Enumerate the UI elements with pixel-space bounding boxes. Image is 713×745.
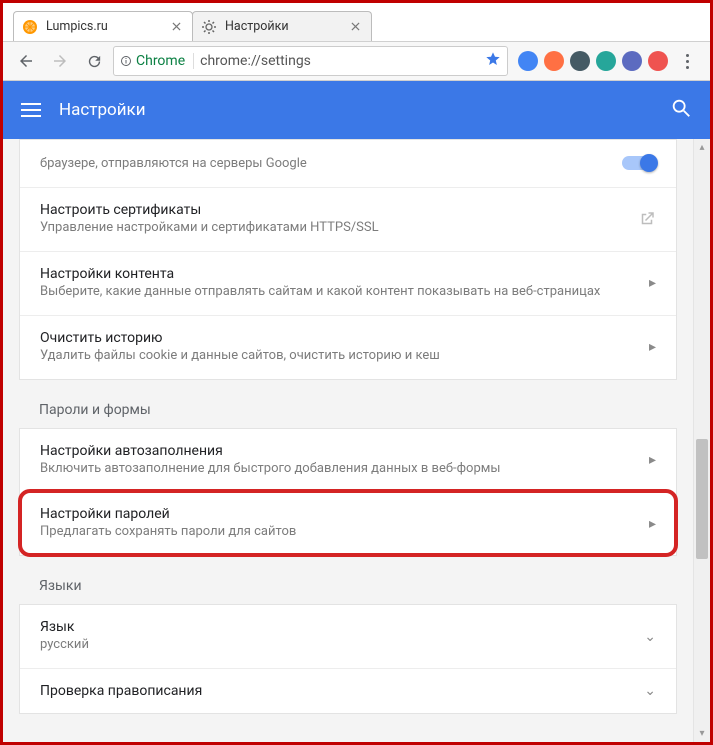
row-sub: Включить автозаполнение для быстрого доб…: [40, 461, 637, 478]
kebab-menu-button[interactable]: [672, 46, 702, 76]
section-label-passwords: Пароли и формы: [3, 380, 693, 428]
back-button[interactable]: [11, 46, 41, 76]
row-google-services[interactable]: браузере, отправляются на серверы Google: [20, 140, 676, 187]
row-title: Очистить историю: [40, 330, 637, 346]
row-title: Настройки автозаполнения: [40, 443, 637, 459]
row-sub: Удалить файлы cookie и данные сайтов, оч…: [40, 348, 637, 365]
app-window: Владыка Lumpics.ru Настройки: [3, 3, 710, 742]
chevron-right-icon: ▸: [649, 452, 656, 468]
extension-icon[interactable]: [622, 51, 642, 71]
settings-header: Настройки: [3, 81, 710, 139]
chevron-right-icon: ▸: [649, 275, 656, 291]
row-sub: русский: [40, 637, 632, 654]
row-sub: Предлагать сохранять пароли для сайтов: [40, 524, 637, 541]
extension-icon[interactable]: [648, 51, 668, 71]
row-spellcheck[interactable]: Проверка правописания ⌄: [20, 668, 676, 713]
search-button[interactable]: [670, 97, 692, 123]
row-title: Настройки паролей: [40, 506, 637, 522]
extension-icon[interactable]: [518, 51, 538, 71]
row-clear-history[interactable]: Очистить историю Удалить файлы cookie и …: [20, 315, 676, 379]
tab-lumpics[interactable]: Lumpics.ru: [13, 11, 193, 41]
forward-button[interactable]: [45, 46, 75, 76]
gear-icon: [201, 19, 217, 35]
page-title: Настройки: [59, 100, 652, 120]
settings-content: браузере, отправляются на серверы Google…: [3, 139, 710, 742]
row-autofill-settings[interactable]: Настройки автозаполнения Включить автоза…: [20, 429, 676, 492]
row-password-settings[interactable]: Настройки паролей Предлагать сохранять п…: [20, 491, 676, 555]
chevron-down-icon: ⌄: [644, 683, 656, 699]
tab-title: Настройки: [225, 19, 347, 34]
row-language[interactable]: Язык русский ⌄: [20, 605, 676, 668]
row-title: Настройки контента: [40, 266, 637, 282]
row-title: Проверка правописания: [40, 683, 632, 699]
languages-card: Язык русский ⌄ Проверка правописания ⌄: [19, 604, 677, 714]
toolbar: Chrome chrome://settings: [3, 41, 710, 81]
chevron-right-icon: ▸: [649, 516, 656, 532]
extension-icon[interactable]: [544, 51, 564, 71]
toggle-switch[interactable]: [622, 156, 656, 170]
row-content-settings[interactable]: Настройки контента Выберите, какие данны…: [20, 251, 676, 315]
close-icon[interactable]: [347, 19, 363, 35]
scroll-thumb[interactable]: [696, 439, 708, 559]
security-chip: Chrome: [120, 53, 194, 69]
row-sub: Управление настройками и сертификатами H…: [40, 220, 626, 237]
scroll-down-icon[interactable]: ▾: [694, 725, 710, 742]
tab-title: Lumpics.ru: [46, 19, 168, 34]
hamburger-menu-button[interactable]: [21, 100, 41, 120]
url-text: chrome://settings: [200, 53, 479, 69]
chip-label: Chrome: [136, 53, 185, 69]
passwords-card: Настройки автозаполнения Включить автоза…: [19, 428, 677, 557]
extensions-row: [518, 51, 668, 71]
scrollbar[interactable]: ▴ ▾: [693, 139, 710, 742]
extension-icon[interactable]: [570, 51, 590, 71]
omnibox[interactable]: Chrome chrome://settings: [113, 46, 508, 76]
scroll-up-icon[interactable]: ▴: [694, 139, 710, 156]
row-title: Язык: [40, 619, 632, 635]
close-icon[interactable]: [168, 19, 184, 35]
row-title: Настроить сертификаты: [40, 202, 626, 218]
bookmark-star-icon[interactable]: [485, 51, 501, 71]
chevron-right-icon: ▸: [649, 339, 656, 355]
row-sub: Выберите, какие данные отправлять сайтам…: [40, 284, 637, 301]
privacy-card: браузере, отправляются на серверы Google…: [19, 139, 677, 380]
tab-settings[interactable]: Настройки: [192, 11, 372, 41]
chevron-down-icon: ⌄: [644, 629, 656, 645]
orange-slice-icon: [22, 19, 38, 35]
info-icon: [120, 55, 132, 67]
reload-button[interactable]: [79, 46, 109, 76]
row-sub: браузере, отправляются на серверы Google: [40, 156, 610, 173]
extension-icon[interactable]: [596, 51, 616, 71]
external-link-icon: [638, 210, 656, 228]
section-label-languages: Языки: [3, 556, 693, 604]
row-certificates[interactable]: Настроить сертификаты Управление настрой…: [20, 187, 676, 251]
tabstrip: Lumpics.ru Настройки: [3, 7, 710, 41]
